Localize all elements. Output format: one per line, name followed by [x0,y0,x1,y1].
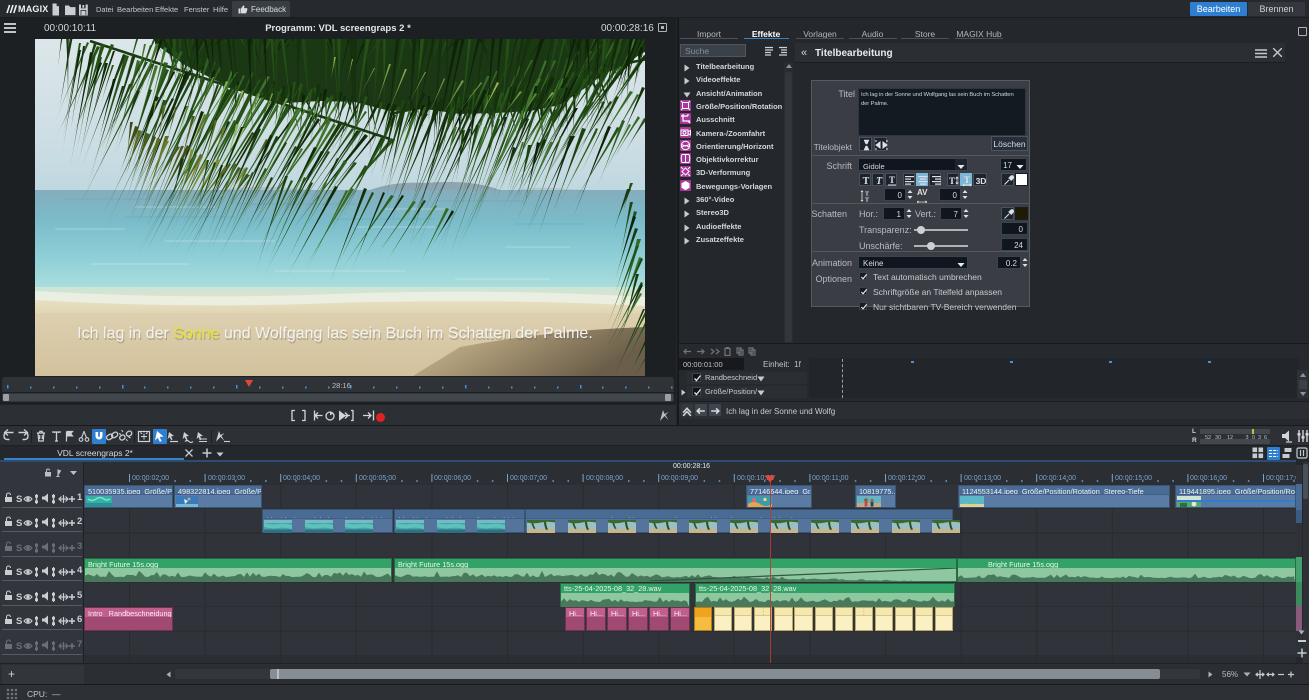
svg-text:3D: 3D [976,176,987,186]
svg-text:S: S [16,543,22,553]
svg-text:00:00:03:00: 00:00:03:00 [208,475,245,482]
svg-text:00:00:09:00: 00:00:09:00 [661,475,698,482]
svg-text:00:00:17:0: 00:00:17:0 [1266,475,1296,482]
svg-text:3: 3 [1245,435,1248,440]
svg-text:12: 12 [1227,435,1233,440]
svg-text:S: S [16,518,22,528]
svg-text:00:00:05:00: 00:00:05:00 [359,475,396,482]
svg-text:00:00:07:00: 00:00:07:00 [510,475,547,482]
svg-text:S: S [16,494,22,504]
svg-text:00:00:13:00: 00:00:13:00 [964,475,1001,482]
svg-text:S: S [16,592,22,602]
svg-text:00:00:04:00: 00:00:04:00 [283,475,320,482]
svg-text:T: T [865,197,869,202]
svg-text:30: 30 [1215,435,1221,440]
svg-text:00:00:02:00: 00:00:02:00 [132,475,169,482]
svg-text:00:00:08:00: 00:00:08:00 [586,475,623,482]
svg-text:00:00:16:00: 00:00:16:00 [1190,475,1227,482]
svg-text:Ich lag in der Sonne und Wolfg: Ich lag in der Sonne und Wolfgang las se… [77,325,593,342]
svg-text:0: 0 [1252,435,1255,440]
svg-text:T: T [949,176,955,186]
svg-text:S: S [16,641,22,651]
svg-text:T: T [964,175,970,185]
svg-text:T: T [863,176,870,187]
svg-text:S: S [16,616,22,626]
svg-text:00:00:15:00: 00:00:15:00 [1115,475,1152,482]
svg-text:28:16: 28:16 [332,381,351,390]
svg-text:00:00:11:00: 00:00:11:00 [812,475,849,482]
svg-text:T: T [889,175,895,185]
svg-text:6: 6 [1264,435,1267,440]
svg-text:00:00:14:00: 00:00:14:00 [1039,475,1076,482]
svg-text:00:00:06:00: 00:00:06:00 [434,475,471,482]
svg-text:S: S [16,567,22,577]
svg-text:3: 3 [1258,435,1261,440]
svg-text:52: 52 [1205,435,1211,440]
svg-text:T: T [876,176,883,187]
svg-text:00:00:12:00: 00:00:12:00 [888,475,925,482]
